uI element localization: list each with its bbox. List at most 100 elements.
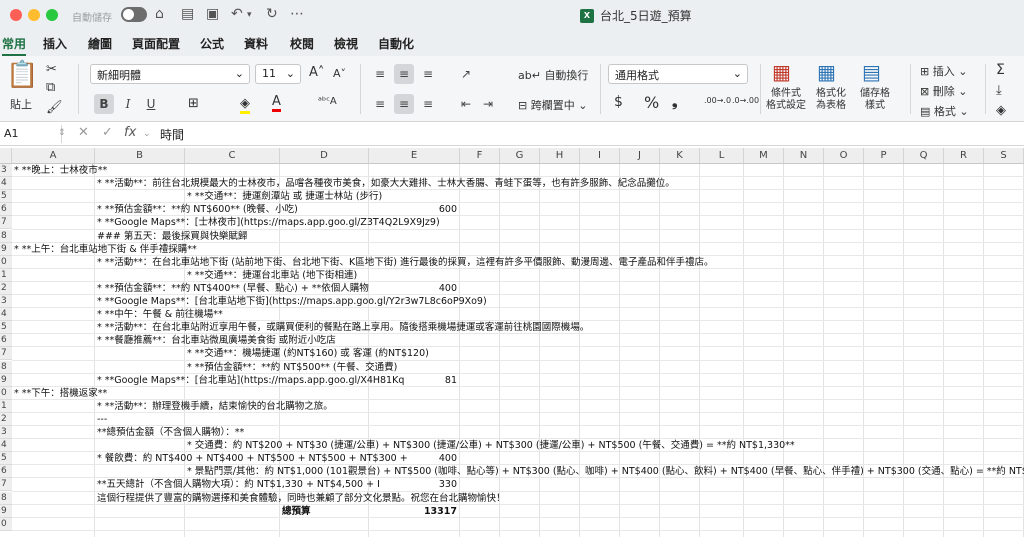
spreadsheet-grid[interactable]: A B C D E F G H I J K L M N O P Q R S 3 * **晚上：士林夜市** 4 * **活動… xyxy=(0,148,1024,537)
select-all-corner[interactable] xyxy=(0,148,12,164)
row-header[interactable]: 7 xyxy=(0,478,12,492)
font-color-icon[interactable]: A xyxy=(272,94,281,112)
cell-b[interactable]: * **活動**：在台北車站附近享用午餐，或購買便利的餐點在路上享用。隨後搭乘機… xyxy=(97,321,589,334)
font-size-select[interactable]: 11 ⌄ xyxy=(255,64,301,84)
cell-b[interactable]: * **預估金額**：**約 NT$400** (早餐、點心) + **依個人購… xyxy=(97,282,369,295)
cell-a[interactable]: * **下午：搭機返家** xyxy=(14,387,107,400)
zoom-window-button[interactable] xyxy=(46,9,58,21)
decrease-font-icon[interactable]: A˅ xyxy=(333,67,346,80)
undo-dropdown-icon[interactable]: ▾ xyxy=(247,10,252,20)
row-header[interactable]: 6 xyxy=(0,465,12,479)
underline-button[interactable]: U xyxy=(141,94,161,114)
row-header[interactable]: 4 xyxy=(0,308,12,322)
column-header-o[interactable]: O xyxy=(824,148,864,164)
cell-b[interactable]: ### 第五天：最後採買與快樂賦歸 xyxy=(97,230,247,243)
cell-c[interactable]: * 景點門票/其他：約 NT$1,000 (101觀景台) + NT$500 (… xyxy=(187,465,1024,478)
cell-b[interactable]: * **中午：午餐 & 前往機場** xyxy=(97,308,223,321)
column-header-e[interactable]: E xyxy=(369,148,460,164)
paste-label[interactable]: 貼上 xyxy=(10,96,32,112)
cell-b[interactable]: **五天總計（不含個人購物大項）：約 NT$1,330 + NT$4,500 +… xyxy=(97,478,380,491)
column-header-i[interactable]: I xyxy=(580,148,620,164)
column-header-s[interactable]: S xyxy=(984,148,1024,164)
fill-color-icon[interactable]: ◈ xyxy=(240,96,250,114)
row-header[interactable]: 2 xyxy=(0,281,12,295)
wrap-text-button[interactable]: ab↵ 自動換行 xyxy=(518,67,588,83)
column-header-d[interactable]: D xyxy=(280,148,369,164)
tab-draw[interactable]: 繪圖 xyxy=(88,35,112,52)
cell-e[interactable]: 13317 xyxy=(369,505,457,518)
cell-b[interactable]: --- xyxy=(97,413,107,426)
decrease-decimal-icon[interactable]: .0→.00 xyxy=(732,96,759,105)
row-header[interactable]: 9 xyxy=(0,504,12,518)
align-left-icon[interactable]: ≡ xyxy=(370,94,390,114)
row-header[interactable]: 5 xyxy=(0,190,12,204)
cell-e[interactable]: 400 xyxy=(369,452,457,465)
copy-icon[interactable]: ⧉ xyxy=(46,80,55,95)
cell-c[interactable]: * **交通**：捷運劍潭站 或 捷運士林站 (步行) xyxy=(187,190,382,203)
row-header[interactable]: 6 xyxy=(0,334,12,348)
clear-icon[interactable]: ◈ xyxy=(996,103,1006,118)
row-header[interactable]: 0 xyxy=(0,386,12,400)
increase-indent-icon[interactable]: ⇥ xyxy=(478,94,498,114)
minimize-window-button[interactable] xyxy=(28,9,40,21)
cell-b[interactable]: * **活動**：在台北車站地下街 (站前地下街、台北地下街、K區地下街) 進行… xyxy=(97,256,713,269)
name-box-stepper-icon[interactable]: ⇕ xyxy=(58,128,66,138)
column-header-h[interactable]: H xyxy=(540,148,580,164)
column-header-m[interactable]: M xyxy=(744,148,784,164)
row-header[interactable]: 7 xyxy=(0,216,12,230)
row-header[interactable]: 8 xyxy=(0,360,12,374)
formula-input[interactable]: 時間 xyxy=(160,126,184,143)
delete-cells-button[interactable]: ⊠ 刪除 ⌄ xyxy=(920,83,967,99)
home-icon[interactable]: ⌂ xyxy=(155,6,164,22)
tab-data[interactable]: 資料 xyxy=(244,35,268,52)
format-painter-icon[interactable]: 🖌 xyxy=(46,100,63,115)
row-header[interactable]: 9 xyxy=(0,242,12,256)
cell-b[interactable]: 這個行程提供了豐富的購物選擇和美食體驗，同時也兼顧了部分文化景點。祝您在台北購物… xyxy=(97,492,506,505)
align-center-icon[interactable]: ≡ xyxy=(394,94,414,114)
align-bottom-icon[interactable]: ≡ xyxy=(418,64,438,84)
column-header-r[interactable]: R xyxy=(944,148,984,164)
row-header[interactable]: 1 xyxy=(0,399,12,413)
comma-icon[interactable]: ❟ xyxy=(672,94,678,110)
cancel-icon[interactable]: ✕ xyxy=(78,125,89,140)
cell-c[interactable]: * **預估金額**：**約 NT$500** (午餐、交通費) xyxy=(187,361,397,374)
font-name-select[interactable]: 新細明體 ⌄ xyxy=(90,64,250,84)
merge-center-button[interactable]: ⊟ 跨欄置中 ⌄ xyxy=(518,97,587,113)
name-box[interactable]: A1 xyxy=(0,125,62,143)
paste-icon[interactable]: 📋 xyxy=(6,60,38,90)
tab-home[interactable]: 常用 xyxy=(2,35,27,56)
borders-icon[interactable]: ⊞ xyxy=(188,96,199,111)
increase-decimal-icon[interactable]: .00→.0 xyxy=(704,96,731,105)
function-dropdown-icon[interactable]: ⌄ xyxy=(143,129,151,139)
column-header-g[interactable]: G xyxy=(500,148,540,164)
cell-c[interactable]: * **交通**：捷運台北車站 (地下街相連) xyxy=(187,269,357,282)
enter-icon[interactable]: ✓ xyxy=(102,125,113,140)
tab-formulas[interactable]: 公式 xyxy=(200,35,224,52)
row-header[interactable]: 0 xyxy=(0,517,12,531)
row-header[interactable]: 8 xyxy=(0,491,12,505)
more-icon[interactable]: ⋯ xyxy=(290,6,304,22)
cell-c[interactable]: * **交通**：機場捷運 (約NT$160) 或 客運 (約NT$120) xyxy=(187,347,429,360)
cell-b[interactable]: **總預估金額（不含個人購物）：** xyxy=(97,426,244,439)
row-header[interactable]: 6 xyxy=(0,203,12,217)
format-cells-button[interactable]: ▤ 格式 ⌄ xyxy=(920,103,969,119)
cell-b[interactable]: * **Google Maps**：[台北車站地下街](https://maps… xyxy=(97,295,487,308)
insert-cells-button[interactable]: ⊞ 插入 ⌄ xyxy=(920,63,967,79)
row-header[interactable]: 2 xyxy=(0,412,12,426)
cell-a[interactable]: * **上午：台北車站地下街 & 伴手禮採購** xyxy=(14,243,197,256)
conditional-format-button[interactable]: 條件式 格式設定 xyxy=(766,88,806,112)
cell-e[interactable]: 600 xyxy=(369,203,457,216)
currency-icon[interactable]: $ xyxy=(614,94,623,110)
cell-b[interactable]: * **活動**：前往台北規模最大的士林夜市，品嚐各種夜市美食，如豪大大雞排、士… xyxy=(97,177,675,190)
cell-e[interactable]: 400 xyxy=(369,282,457,295)
column-header-p[interactable]: P xyxy=(864,148,904,164)
autosave-toggle[interactable] xyxy=(121,7,147,22)
column-header-a[interactable]: A xyxy=(12,148,95,164)
column-header-f[interactable]: F xyxy=(460,148,500,164)
cell-styles-icon[interactable]: ▤ xyxy=(862,60,881,84)
function-icon[interactable]: fx xyxy=(124,125,136,140)
column-header-l[interactable]: L xyxy=(700,148,744,164)
cell-styles-button[interactable]: 儲存格 樣式 xyxy=(860,88,890,112)
tab-automate[interactable]: 自動化 xyxy=(378,35,414,52)
cell-e[interactable]: 81 xyxy=(369,374,457,387)
